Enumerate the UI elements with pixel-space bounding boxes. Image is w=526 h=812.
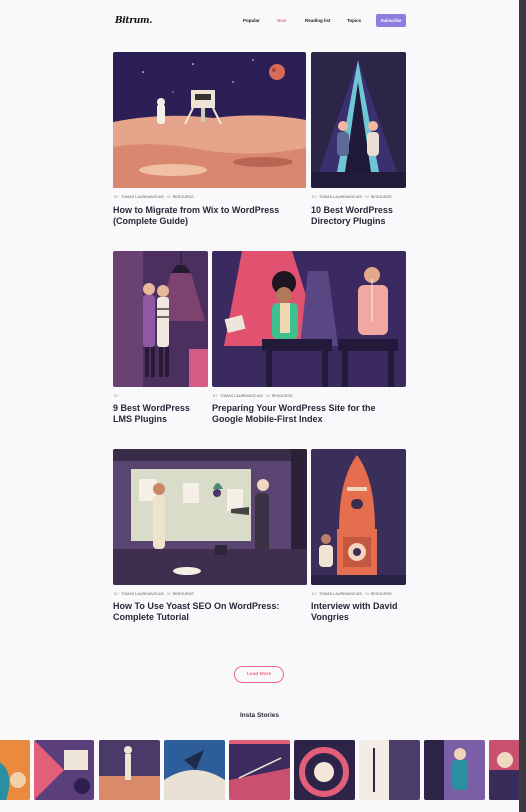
post-thumbnail-oxygen-masks[interactable] [212,251,406,387]
insta-story-thumbnail[interactable] [229,740,290,800]
post-card[interactable] [113,449,307,585]
post-card[interactable] [113,52,306,188]
post-card[interactable] [212,251,406,387]
insta-story-thumbnail[interactable] [294,740,355,800]
nav-item-reading-list[interactable]: Reading list [305,18,331,23]
page: Bitrum. Popular New Reading list Topics … [0,0,519,812]
post-meta: BY TOMAS LAURINAVICIUS IN RESOURCE [312,592,392,596]
meta-by: BY [114,592,119,596]
meta-in: IN [166,195,171,199]
author-link[interactable]: TOMAS LAURINAVICIUS [319,592,362,596]
category-link[interactable]: RESOURCE [173,592,194,596]
post-thumbnail-tent-campfire[interactable] [311,52,406,188]
author-link[interactable]: TOMAS LAURINAVICIUS [121,592,164,596]
insta-story-thumbnail[interactable] [359,740,420,800]
post-thumbnail-lamp-couple[interactable] [113,251,208,387]
insta-story-thumbnail[interactable] [34,740,94,800]
meta-by: BY [114,394,119,398]
post-thumbnail-rocket-repair[interactable] [311,449,406,585]
post-card[interactable] [311,52,406,188]
author-link[interactable]: TOMAS LAURINAVICIUS [220,394,263,398]
meta-by: BY [114,195,119,199]
nav-item-popular[interactable]: Popular [243,18,260,23]
window-edge [519,0,526,812]
meta-by: BY [312,195,317,199]
insta-story-thumbnail[interactable] [164,740,225,800]
post-title[interactable]: How to Migrate from Wix to WordPress (Co… [113,205,298,227]
category-link[interactable]: RESOURCE [371,592,392,596]
post-card[interactable] [311,449,406,585]
insta-story-thumbnail[interactable] [489,740,519,800]
post-meta: BY TOMAS LAURINAVICIUS IN RESOURCE [114,195,194,199]
post-meta: BY [114,394,126,398]
insta-story-thumbnail[interactable] [99,740,160,800]
meta-in: IN [166,592,171,596]
nav-item-topics[interactable]: Topics [347,18,361,23]
insta-story-thumbnail[interactable] [424,740,485,800]
category-link[interactable]: RESOURCE [371,195,392,199]
post-thumbnail-moon-landing[interactable] [113,52,306,188]
post-meta: BY TOMAS LAURINAVICIUS IN RESOURCE [114,592,194,596]
post-card[interactable] [113,251,208,387]
post-title[interactable]: Interview with David Vongries [311,601,407,623]
meta-by: BY [312,592,317,596]
subscribe-button[interactable]: Subscribe [376,14,406,27]
header-nav: Bitrum. Popular New Reading list Topics … [113,14,406,28]
post-title[interactable]: How To Use Yoast SEO On WordPress: Compl… [113,601,303,623]
insta-story-thumbnail[interactable] [0,740,30,800]
post-title[interactable]: 9 Best WordPress LMS Plugins [113,403,205,425]
logo[interactable]: Bitrum. [115,16,152,26]
post-title[interactable]: Preparing Your WordPress Site for the Go… [212,403,402,425]
author-link[interactable]: TOMAS LAURINAVICIUS [319,195,362,199]
insta-stories-heading: Insta Stories [239,712,279,719]
post-thumbnail-watering-plant[interactable] [113,449,307,585]
post-meta: BY TOMAS LAURINAVICIUS IN RESOURCE [312,195,392,199]
meta-in: IN [364,195,369,199]
post-meta: BY TOMAS LAURINAVICIUS IN RESOURCE [213,394,293,398]
category-link[interactable]: RESOURCE [272,394,293,398]
load-more-button[interactable]: Load More [234,666,284,683]
post-title[interactable]: 10 Best WordPress Directory Plugins [311,205,407,227]
meta-by: BY [213,394,218,398]
category-link[interactable]: RESOURCE [173,195,194,199]
meta-in: IN [364,592,369,596]
meta-in: IN [265,394,270,398]
author-link[interactable]: TOMAS LAURINAVICIUS [121,195,164,199]
nav-item-new[interactable]: New [277,18,286,23]
